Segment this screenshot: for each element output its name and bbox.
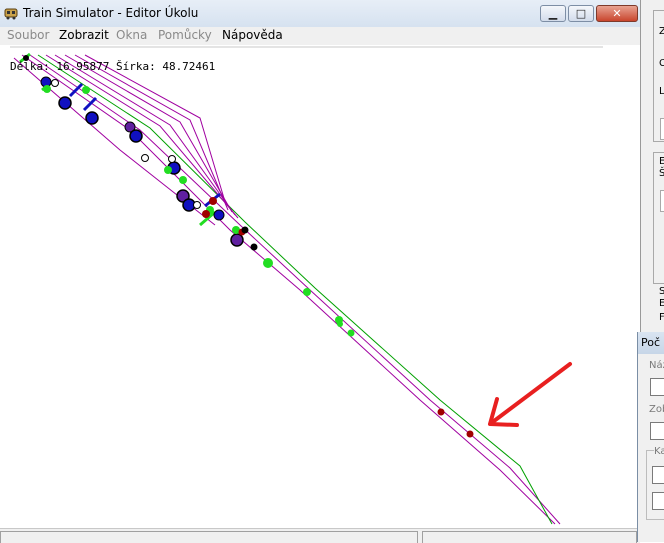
track-lines (13, 54, 561, 525)
dialog-group-label: Ka (654, 446, 664, 457)
green-node (347, 329, 355, 337)
dialog-title: Poč (641, 336, 661, 349)
panel-field[interactable] (660, 118, 664, 140)
dialog-input[interactable] (650, 378, 664, 396)
black-marker (250, 243, 258, 251)
status-bar (0, 528, 640, 543)
green-node (303, 288, 311, 296)
blue-station (213, 209, 225, 221)
red-marker (466, 430, 474, 438)
clock-marker (193, 201, 201, 209)
blue-station (129, 129, 143, 143)
panel-label: L (659, 86, 664, 97)
green-node (337, 321, 343, 327)
panel-label: S (659, 286, 664, 297)
clock-marker (51, 79, 59, 87)
red-marker (202, 210, 210, 218)
green-node (263, 258, 273, 268)
red-marker (209, 197, 217, 205)
green-node (43, 85, 51, 93)
panel-label: Z (659, 26, 664, 37)
blue-station (85, 111, 99, 125)
green-node (82, 86, 90, 94)
red-marker (437, 408, 445, 416)
clock-marker (168, 155, 176, 163)
blue-station (58, 96, 72, 110)
dialog-input[interactable] (652, 466, 664, 484)
green-node (179, 176, 187, 184)
panel-label: E (659, 298, 664, 309)
track-map[interactable] (0, 0, 640, 528)
dialog-input[interactable] (650, 422, 664, 440)
panel-label: F (659, 312, 664, 323)
secondary-dialog: Poč Náz Zob Ka (637, 332, 664, 542)
panel-label: C (659, 58, 664, 69)
dialog-input[interactable] (652, 492, 664, 510)
black-marker (241, 226, 249, 234)
green-node (164, 166, 172, 174)
dialog-label: Zob (649, 404, 664, 415)
dialog-label: Náz (649, 360, 664, 371)
panel-label: E (659, 156, 664, 167)
panel-field[interactable] (660, 190, 664, 212)
purple-station (230, 233, 244, 247)
red-arrow-annotation (488, 362, 572, 427)
dialog-title-bar[interactable]: Poč (638, 332, 664, 354)
panel-label: Š (659, 168, 664, 179)
status-pane (0, 531, 418, 543)
coordinates-readout: Délka: 16.95877 Šírka: 48.72461 (10, 60, 216, 73)
main-window: Train Simulator - Editor Úkolu ▁ □ ✕ Sou… (0, 0, 640, 543)
clock-marker (141, 154, 149, 162)
track-markers (19, 52, 474, 438)
status-pane (422, 531, 637, 543)
